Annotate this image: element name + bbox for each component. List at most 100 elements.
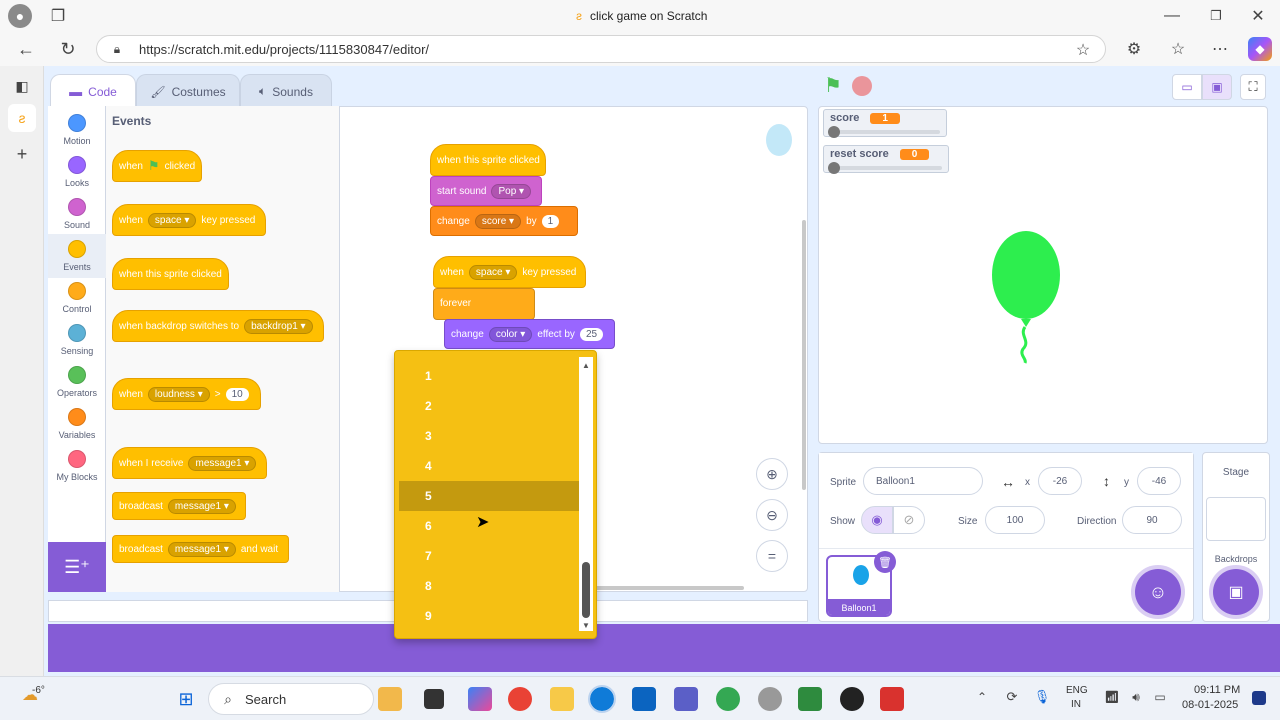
workspace-vscrollbar[interactable] <box>802 220 806 490</box>
address-bar[interactable]: 🔒︎ https://scratch.mit.edu/projects/1115… <box>96 35 1106 63</box>
scratch-tab-icon[interactable]: ƨ <box>8 104 36 132</box>
reload-icon[interactable]: ↻ <box>56 37 80 61</box>
choose-backdrop-icon[interactable]: ▣ <box>1213 569 1259 615</box>
zoom-reset-icon[interactable]: = <box>756 540 788 572</box>
browser-tab[interactable]: ƨ click game on Scratch <box>576 9 707 23</box>
block-broadcast[interactable]: broadcast message1 ▾ <box>112 492 246 520</box>
start-icon[interactable]: ⊞ <box>174 687 198 711</box>
scroll-down-icon[interactable]: ▼ <box>580 619 592 631</box>
tab-actions-icon[interactable]: ◧ <box>12 76 32 96</box>
stage-canvas[interactable]: score 1 reset score 0 <box>818 106 1268 444</box>
fullscreen-icon[interactable]: ⛶ <box>1240 74 1266 100</box>
acrobat-icon[interactable] <box>880 687 904 711</box>
choose-sprite-icon[interactable]: ☺ <box>1135 569 1181 615</box>
stop-icon[interactable] <box>852 76 872 96</box>
taskbar-search[interactable]: ⌕ Search <box>208 683 374 715</box>
scroll-thumb[interactable] <box>582 562 590 618</box>
language-code[interactable]: ENG <box>1066 685 1088 696</box>
dropdown-option[interactable]: 3 <box>399 421 579 451</box>
notification-icon[interactable] <box>1252 691 1266 705</box>
block-when-loudness[interactable]: when loudness ▾ > 10 <box>112 378 261 410</box>
broadcast-dropdown[interactable]: message1 ▾ <box>167 498 236 514</box>
category-events[interactable]: Events <box>48 234 106 278</box>
briefcase-app-icon[interactable] <box>378 687 402 711</box>
wifi-icon[interactable]: 📶︎ <box>1102 687 1122 707</box>
x-input[interactable]: -26 <box>1038 467 1082 495</box>
script-change-effect[interactable]: change color ▾ effect by 25 <box>444 319 615 349</box>
category-my-blocks[interactable]: My Blocks <box>48 450 106 490</box>
edge-icon[interactable] <box>588 685 616 713</box>
category-looks[interactable]: Looks <box>48 156 106 196</box>
more-menu-icon[interactable]: ⋯ <box>1208 37 1232 61</box>
chrome-icon[interactable] <box>508 687 532 711</box>
mic-icon[interactable]: 🎙︎ <box>1032 687 1052 707</box>
show-visible-icon[interactable]: ◉ <box>861 506 893 534</box>
sprite-name-input[interactable]: Balloon1 <box>863 467 983 495</box>
chatgpt-icon[interactable] <box>758 687 782 711</box>
outlook-icon[interactable] <box>632 687 656 711</box>
size-input[interactable]: 100 <box>985 506 1045 534</box>
block-when-flag-clicked[interactable]: when ⚑ clicked <box>112 150 203 182</box>
backdrop-dropdown[interactable]: backdrop1 ▾ <box>244 318 313 334</box>
balloon-sprite[interactable] <box>989 231 1063 365</box>
block-when-key-pressed[interactable]: when space ▾ key pressed <box>112 204 266 236</box>
battery-icon[interactable]: ▭ <box>1150 687 1170 707</box>
dropdown-option-selected[interactable]: 5 <box>399 481 579 511</box>
script-when-key-pressed[interactable]: when space ▾ key pressed <box>433 256 586 288</box>
receive-dropdown[interactable]: message1 ▾ <box>188 455 257 471</box>
slider-knob[interactable] <box>828 126 840 138</box>
slider-knob[interactable] <box>828 162 840 174</box>
extensions-icon[interactable]: ⚙ <box>1122 37 1146 61</box>
back-icon[interactable]: ← <box>14 37 38 61</box>
monitor-reset-score[interactable]: reset score 0 <box>823 145 949 174</box>
new-tab-icon[interactable]: + <box>12 144 32 164</box>
close-window-icon[interactable]: ✕ <box>1248 6 1268 26</box>
block-when-backdrop-switches[interactable]: when backdrop switches to backdrop1 ▾ <box>112 310 324 342</box>
tray-chevron-icon[interactable]: ⌃ <box>972 687 992 707</box>
loudness-dropdown[interactable]: loudness ▾ <box>147 386 210 402</box>
category-variables[interactable]: Variables <box>48 408 106 448</box>
dropdown-option[interactable]: 1 <box>399 361 579 391</box>
script-forever[interactable]: forever <box>433 288 535 320</box>
block-when-sprite-clicked[interactable]: when this sprite clicked <box>112 258 229 290</box>
tab-code[interactable]: ▬ Code <box>50 74 136 108</box>
bookmark-star-icon[interactable]: ☆ <box>1073 40 1093 60</box>
stage-thumbnail[interactable] <box>1206 497 1266 541</box>
profile-icon[interactable]: ● <box>8 4 32 28</box>
broadcast-wait-dropdown[interactable]: message1 ▾ <box>167 541 236 557</box>
block-broadcast-and-wait[interactable]: broadcast message1 ▾ and wait <box>112 535 289 563</box>
direction-input[interactable]: 90 <box>1122 506 1182 534</box>
file-explorer-icon[interactable] <box>550 687 574 711</box>
variable-dropdown[interactable]: score ▾ <box>474 213 522 229</box>
monitor-score[interactable]: score 1 <box>823 109 947 138</box>
tab-sounds[interactable]: 🔈︎ Sounds <box>240 74 332 108</box>
key-dropdown[interactable]: space ▾ <box>147 212 197 228</box>
effect-amount-input[interactable]: 25 <box>579 327 604 341</box>
scroll-up-icon[interactable]: ▲ <box>580 359 592 371</box>
copilot-icon[interactable]: ◆ <box>1248 37 1272 61</box>
category-sound[interactable]: Sound <box>48 198 106 238</box>
green-flag-icon[interactable]: ⚑ <box>822 74 844 97</box>
effect-dropdown[interactable]: color ▾ <box>488 326 533 342</box>
zoom-out-icon[interactable]: ⊖ <box>756 499 788 531</box>
clock-time[interactable]: 09:11 PM <box>1194 684 1240 696</box>
zoom-in-icon[interactable]: ⊕ <box>756 458 788 490</box>
change-amount-input[interactable]: 1 <box>541 214 560 228</box>
copilot-app-icon[interactable] <box>468 687 492 711</box>
sync-icon[interactable]: ⟳ <box>1002 687 1022 707</box>
stage-selector-pane[interactable]: Stage Backdrops ▣ <box>1202 452 1270 622</box>
workspace-hscrollbar[interactable] <box>590 586 744 590</box>
y-input[interactable]: -46 <box>1137 467 1181 495</box>
category-motion[interactable]: Motion <box>48 114 106 154</box>
key-dropdown[interactable]: space ▾ <box>468 264 518 280</box>
script-start-sound[interactable]: start sound Pop ▾ <box>430 176 542 206</box>
dropdown-option[interactable]: 9 <box>399 601 579 631</box>
script-change-score[interactable]: change score ▾ by 1 <box>430 206 578 236</box>
volume-icon[interactable]: 🔊︎ <box>1126 687 1146 707</box>
obs-icon[interactable] <box>840 687 864 711</box>
favorites-icon[interactable]: ☆ <box>1166 37 1190 61</box>
monitor-slider[interactable] <box>828 126 940 138</box>
task-view-icon[interactable] <box>424 689 444 709</box>
normal-stage-icon[interactable]: ▣ <box>1202 74 1232 100</box>
dropdown-option[interactable]: 2 <box>399 391 579 421</box>
